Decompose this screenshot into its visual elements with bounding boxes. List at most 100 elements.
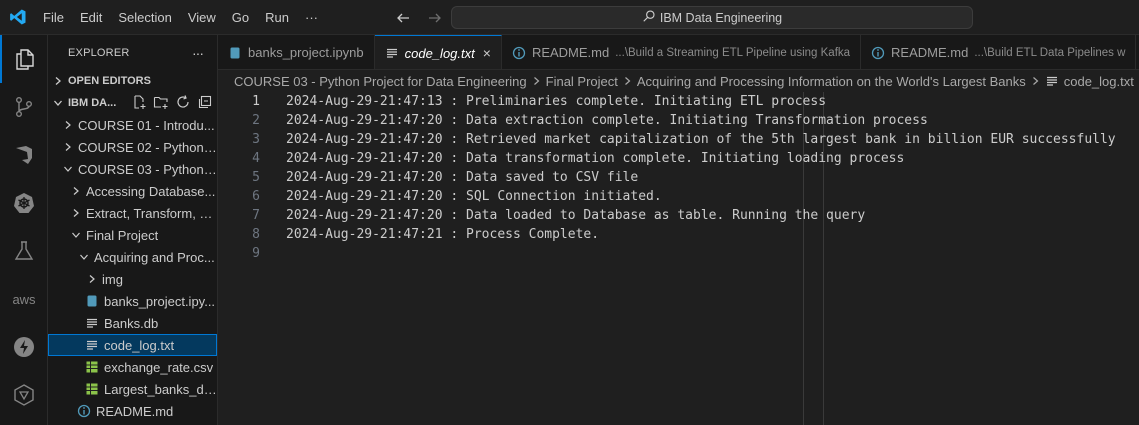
chevron-down-icon [68,230,84,240]
menu-item[interactable]: Go [224,0,257,35]
editor-tab[interactable]: README.md ...\Build a Streaming ETL Pipel… [502,35,862,69]
code-text: 2024-Aug-29-21:47:20 : SQL Connection in… [286,189,662,204]
menu-item[interactable]: Run [257,0,297,35]
file-item[interactable]: Largest_banks_da... [48,378,217,400]
code-line: 8 2024-Aug-29-21:47:21 : Process Complete… [218,225,1139,244]
csv-file-icon [84,381,100,397]
tree-item-label: img [102,271,123,287]
file-item[interactable]: banks_project.ipy... [48,290,217,312]
menu-item[interactable]: View [180,0,224,35]
folder-item[interactable]: COURSE 02 - Python ... [48,136,217,158]
chevron-right-icon [48,76,68,86]
file-item[interactable]: Banks.db [48,312,217,334]
menu-item[interactable]: ··· [297,0,326,35]
explorer-header: EXPLORER ··· [48,35,217,70]
editor-tab[interactable]: banks_project.ipynb [218,35,375,69]
tab-label: banks_project.ipynb [248,45,364,60]
line-number: 5 [252,170,260,185]
tree-item-label: exchange_rate.csv [104,359,214,375]
file-item[interactable]: README.md [48,400,217,422]
tree-item-label: Largest_banks_da... [104,381,217,397]
line-number: 6 [252,189,260,204]
vscode-logo-icon [0,0,35,35]
search-icon [642,9,656,26]
close-icon[interactable]: × [483,45,491,61]
line-number: 3 [252,132,260,147]
tree-item-label: banks_project.ipy... [104,293,216,309]
tree-item-label: COURSE 02 - Python ... [78,139,217,155]
chevron-right-icon [68,208,84,218]
breadcrumb-item[interactable]: Acquiring and Processing Information on … [637,74,1026,89]
editor-tab[interactable]: code_log.txt × [374,35,502,69]
editor-tab[interactable]: README.md ...\Build ETL Data Pipelines w [861,35,1137,69]
text-file-icon [1045,74,1059,88]
extension-icon[interactable] [0,371,48,419]
folder-item[interactable]: Extract, Transform, a... [48,202,217,224]
code-line: 3 2024-Aug-29-21:47:20 : Retrieved market… [218,130,1139,149]
notebook-file-icon [84,293,100,309]
line-number: 4 [252,151,260,166]
tab-description: ...\Build ETL Data Pipelines w [974,46,1126,59]
menu-item[interactable]: Selection [110,0,179,35]
workspace-section[interactable]: IBM DA... [48,92,217,114]
folder-item[interactable]: Acquiring and Proc... [48,246,217,268]
code-line: 1 2024-Aug-29-21:47:13 : Preliminaries co… [218,92,1139,111]
menu-bar: File Edit Selection View Go Run ··· [35,0,326,35]
aws-label: aws [12,291,36,307]
back-arrow-icon[interactable] [392,7,414,29]
new-folder-icon[interactable] [153,94,169,113]
tab-label: README.md [891,45,969,60]
collapse-all-icon[interactable] [197,94,213,113]
code-text: 2024-Aug-29-21:47:21 : Process Complete. [286,227,600,242]
tree-item-label: Extract, Transform, a... [86,205,217,221]
aws-icon[interactable]: aws [0,275,48,323]
workspace-label: IBM DA... [68,97,117,109]
kubernetes-icon[interactable] [0,179,48,227]
info-file-icon [871,46,885,60]
forward-arrow-icon[interactable] [424,7,446,29]
lightning-icon[interactable] [0,323,48,371]
info-file-icon [76,403,92,419]
azure-icon[interactable] [0,131,48,179]
explorer-icon[interactable] [0,35,48,83]
folder-item[interactable]: Accessing Database... [48,180,217,202]
text-file-icon [385,46,399,60]
title-bar: File Edit Selection View Go Run ··· IBM Data E… [0,0,1139,35]
search-text: IBM Data Engineering [659,10,783,25]
editor-tabs: banks_project.ipynb code_log.txt × README.m… [218,35,1139,70]
new-file-icon[interactable] [131,94,147,113]
line-number: 2 [252,113,260,128]
code-line: 9 [218,244,1139,263]
breadcrumb-item[interactable]: Final Project [546,74,618,89]
csv-file-icon [84,359,100,375]
folder-item[interactable]: COURSE 03 - Python ... [48,158,217,180]
line-number: 8 [252,227,260,242]
breadcrumb: COURSE 03 - Python Project for Data Engi… [218,70,1139,92]
chevron-right-icon [623,74,632,89]
breadcrumb-item[interactable]: code_log.txt [1064,74,1134,89]
text-file-icon [84,337,100,353]
command-center-search[interactable]: IBM Data Engineering [451,6,973,29]
menu-item[interactable]: Edit [72,0,110,35]
code-text: 2024-Aug-29-21:47:20 : Retrieved market … [286,132,1116,147]
file-tree: COURSE 01 - Introdu... COURSE 02 - Python… [48,114,217,422]
chevron-down-icon [48,98,68,108]
chevron-right-icon [532,74,541,89]
file-item[interactable]: code_log.txt [48,334,217,356]
file-item[interactable]: exchange_rate.csv [48,356,217,378]
more-actions-icon[interactable]: ··· [192,45,204,61]
folder-item[interactable]: img [48,268,217,290]
open-editors-section[interactable]: OPEN EDITORS [48,70,217,92]
breadcrumb-item[interactable]: COURSE 03 - Python Project for Data Engi… [234,74,527,89]
tab-label: code_log.txt [404,45,475,61]
folder-item[interactable]: Final Project [48,224,217,246]
source-control-icon[interactable] [0,83,48,131]
refresh-icon[interactable] [175,94,191,113]
code-editor[interactable]: 1 2024-Aug-29-21:47:13 : Preliminaries co… [218,92,1139,425]
explorer-title: EXPLORER [68,46,130,59]
tree-item-label: Banks.db [104,315,159,331]
testing-icon[interactable] [0,227,48,275]
code-line: 5 2024-Aug-29-21:47:20 : Data saved to CS… [218,168,1139,187]
folder-item[interactable]: COURSE 01 - Introdu... [48,114,217,136]
menu-item[interactable]: File [35,0,72,35]
